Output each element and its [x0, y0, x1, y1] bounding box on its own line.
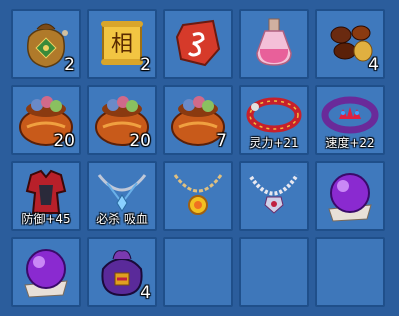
pink-potion-icon	[256, 18, 292, 66]
inventory-grid: 2 相 2 4 20 20 7 灵力+21 速度+22 防御+45 必杀 吸血 …	[11, 9, 385, 307]
item-count: 4	[140, 283, 151, 303]
inventory-slot-10[interactable]: 速度+22	[315, 85, 385, 155]
item-count: 20	[129, 131, 151, 151]
red-rune-stone-icon	[175, 19, 221, 67]
inventory-slot-8[interactable]: 7	[163, 85, 233, 155]
inventory-slot-13[interactable]	[163, 161, 233, 231]
item-count: 2	[140, 55, 151, 75]
inventory-slot-2[interactable]: 相 2	[87, 9, 157, 79]
item-count: 20	[53, 131, 75, 151]
inventory-slot-7[interactable]: 20	[87, 85, 157, 155]
sun-necklace-icon	[173, 174, 223, 215]
inventory-slot-5[interactable]: 4	[315, 9, 385, 79]
inventory-slot-17[interactable]: 4	[87, 237, 157, 307]
inventory-slot-4[interactable]	[239, 9, 309, 79]
inventory-slot-11[interactable]: 防御+45	[11, 161, 81, 231]
inventory-slot-1[interactable]: 2	[11, 9, 81, 79]
item-count: 2	[64, 55, 75, 75]
inventory-slot-20[interactable]	[315, 237, 385, 307]
purple-orb-icon	[24, 249, 68, 298]
inventory-slot-14[interactable]	[239, 161, 309, 231]
inventory-slot-19[interactable]	[239, 237, 309, 307]
inventory-slot-6[interactable]: 20	[11, 85, 81, 155]
item-count: 7	[216, 131, 227, 151]
item-count: 4	[368, 55, 379, 75]
purple-orb-icon	[328, 173, 372, 222]
item-bonus-label: 防御+45	[21, 212, 71, 226]
pearl-necklace-icon	[249, 173, 299, 214]
scroll-glyph: 相	[111, 32, 133, 57]
inventory-slot-9[interactable]: 灵力+21	[239, 85, 309, 155]
inventory-slot-3[interactable]	[163, 9, 233, 79]
inventory-slot-16[interactable]	[11, 237, 81, 307]
inventory-slot-18[interactable]	[163, 237, 233, 307]
item-bonus-label: 速度+22	[325, 136, 375, 150]
item-bonus-label: 必杀 吸血	[96, 212, 148, 226]
inventory-slot-15[interactable]	[315, 161, 385, 231]
inventory-slot-12[interactable]: 必杀 吸血	[87, 161, 157, 231]
item-bonus-label: 灵力+21	[249, 136, 299, 150]
